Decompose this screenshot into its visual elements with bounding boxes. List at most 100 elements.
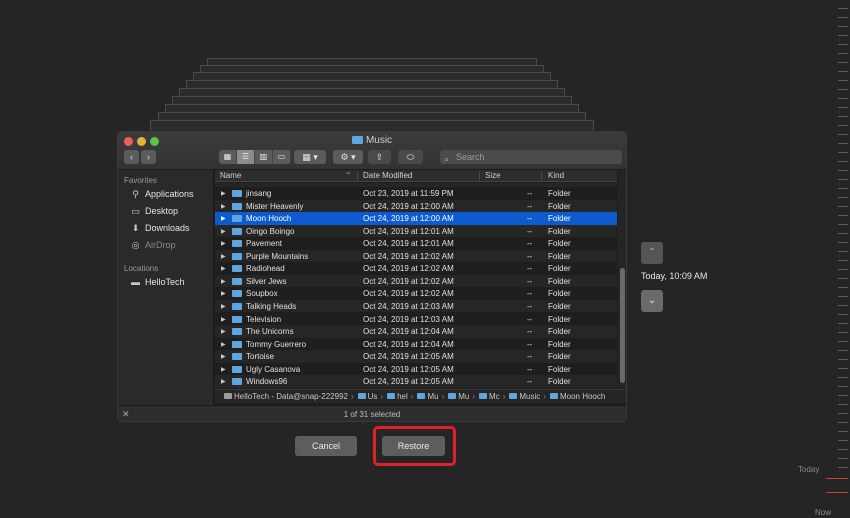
sidebar-item-airdrop[interactable]: ◎ AirDrop [130, 240, 176, 250]
disclosure-triangle-icon[interactable]: ▶ [221, 290, 226, 297]
timeline-tick[interactable] [838, 422, 848, 423]
cancel-button[interactable]: Cancel [295, 436, 357, 456]
vertical-scrollbar[interactable] [618, 170, 626, 388]
disclosure-triangle-icon[interactable]: ▶ [221, 265, 226, 272]
timeline-tick[interactable] [838, 98, 848, 99]
table-row[interactable]: ▶ Talking Heads Oct 24, 2019 at 12:03 AM --… [215, 299, 617, 313]
timeline-tick[interactable] [838, 323, 848, 324]
timeline-tick[interactable] [838, 251, 848, 252]
timeline-tick[interactable] [838, 350, 848, 351]
table-row[interactable]: ▶ The Unicorns Oct 24, 2019 at 12:04 AM -- F… [215, 325, 617, 338]
grid-view-icon[interactable]: ▦ [219, 150, 237, 164]
timeline-tick[interactable] [838, 296, 848, 297]
timeline-tick[interactable] [838, 17, 848, 18]
table-row[interactable]: ▶ Soupbox Oct 24, 2019 at 12:02 AM -- Folder [215, 287, 617, 300]
timeline-tick[interactable] [838, 134, 848, 135]
timeline-tick[interactable] [838, 260, 848, 261]
path-segment[interactable]: Mu [447, 392, 469, 401]
timeline-tick[interactable] [838, 305, 848, 306]
back-button[interactable]: ‹ [124, 150, 139, 164]
timeline-tick[interactable] [838, 62, 848, 63]
column-header-date-modified[interactable]: Date Modified [363, 171, 412, 180]
disclosure-triangle-icon[interactable]: ▶ [221, 378, 226, 385]
timeline-tick[interactable] [838, 386, 848, 387]
path-segment[interactable]: hel [386, 392, 408, 401]
timeline-tick[interactable] [838, 377, 848, 378]
table-row[interactable]: ▶ Moon Hooch Oct 24, 2019 at 12:00 AM -- Fol… [215, 212, 617, 225]
timeline-tick[interactable] [838, 467, 848, 468]
timeline-tick[interactable] [838, 161, 848, 162]
timeline-tick[interactable] [838, 143, 848, 144]
disclosure-triangle-icon[interactable]: ▶ [221, 341, 226, 348]
timeline-tick[interactable] [838, 44, 848, 45]
timeline-up-button[interactable]: ⌃ [641, 242, 663, 264]
disclosure-triangle-icon[interactable]: ▶ [221, 228, 226, 235]
timeline-tick[interactable] [838, 80, 848, 81]
disclosure-triangle-icon[interactable]: ▶ [221, 328, 226, 335]
timeline-tick[interactable] [838, 197, 848, 198]
timeline-tick[interactable] [838, 278, 848, 279]
column-header-name[interactable]: Name [220, 171, 241, 180]
disclosure-triangle-icon[interactable]: ▶ [221, 353, 226, 360]
table-row[interactable]: ▶ Tortoise Oct 24, 2019 at 12:05 AM -- Folde… [215, 350, 617, 363]
timeline-tick[interactable] [838, 359, 848, 360]
timeline-tick[interactable] [838, 125, 848, 126]
list-view-icon[interactable]: ☰ [237, 150, 255, 164]
table-row[interactable]: ▶ Mister Heavenly Oct 24, 2019 at 12:00 AM… [215, 199, 617, 213]
timeline-tick[interactable] [838, 206, 848, 207]
table-row[interactable]: ▶ Oingo Boingo Oct 24, 2019 at 12:01 AM -- F… [215, 224, 617, 238]
timeline-tick[interactable] [838, 458, 848, 459]
sidebar-item-downloads[interactable]: ⬇ Downloads [130, 223, 190, 233]
timeline-tick[interactable] [838, 107, 848, 108]
disclosure-triangle-icon[interactable]: ▶ [221, 190, 226, 197]
disclosure-triangle-icon[interactable]: ▶ [221, 203, 226, 210]
path-segment[interactable]: Us [357, 392, 377, 401]
timeline-tick[interactable] [838, 449, 848, 450]
timeline-tick[interactable] [838, 314, 848, 315]
table-row[interactable]: ▶ Radiohead Oct 24, 2019 at 12:02 AM -- Fold… [215, 262, 617, 275]
disclosure-triangle-icon[interactable]: ▶ [221, 240, 226, 247]
timeline-tick[interactable] [838, 71, 848, 72]
timeline-tick[interactable] [838, 116, 848, 117]
table-row[interactable]: ▶ jinsang Oct 23, 2019 at 11:59 PM -- Folder [215, 187, 617, 200]
timeline-tick[interactable] [838, 269, 848, 270]
disclosure-triangle-icon[interactable]: ▶ [221, 303, 226, 310]
group-by-button[interactable]: ▦ ▾ [294, 150, 326, 164]
disclosure-triangle-icon[interactable]: ▶ [221, 316, 226, 323]
tags-button[interactable]: ⬭ [398, 150, 423, 164]
table-row[interactable]: ▶ Purple Mountains Oct 24, 2019 at 12:02 A… [215, 249, 617, 263]
timeline-tick[interactable] [838, 413, 848, 414]
timeline-tick[interactable] [838, 89, 848, 90]
timeline-tick[interactable] [838, 224, 848, 225]
forward-button[interactable]: › [141, 150, 156, 164]
timeline-tick[interactable] [838, 188, 848, 189]
timeline-tick[interactable] [838, 8, 848, 9]
disclosure-triangle-icon[interactable]: ▶ [221, 215, 226, 222]
timeline-tick[interactable] [838, 152, 848, 153]
timeline-tick[interactable] [838, 53, 848, 54]
path-segment[interactable]: Moon Hooch [549, 392, 605, 401]
sidebar-item-hellotech[interactable]: ▬ HelloTech [130, 277, 185, 287]
table-row[interactable]: ▶ Pavement Oct 24, 2019 at 12:01 AM -- Folde… [215, 237, 617, 250]
gallery-view-icon[interactable]: ▭ [273, 150, 291, 164]
timeline-tick[interactable] [838, 395, 848, 396]
path-segment[interactable]: Mc [478, 392, 500, 401]
search-field[interactable]: ⌕ Search [440, 150, 622, 164]
column-header-size[interactable]: Size [485, 171, 501, 180]
timeline-tick[interactable] [838, 233, 848, 234]
timeline-tick[interactable] [838, 332, 848, 333]
table-row[interactable]: ▶ Television Oct 24, 2019 at 12:03 AM -- Fol… [215, 313, 617, 326]
sidebar-item-desktop[interactable]: ▭ Desktop [130, 206, 178, 216]
timeline-tick-marker[interactable] [826, 478, 848, 479]
timeline-tick-marker[interactable] [826, 492, 848, 493]
timeline-tick[interactable] [838, 431, 848, 432]
scrollbar-thumb[interactable] [620, 268, 625, 383]
path-segment[interactable]: Mu [416, 392, 439, 401]
table-row[interactable]: ▶ Windows96 Oct 24, 2019 at 12:05 AM -- Fold… [215, 375, 617, 388]
share-button[interactable]: ⇪ [368, 150, 391, 164]
timeline-down-button[interactable]: ⌄ [641, 290, 663, 312]
disclosure-triangle-icon[interactable]: ▶ [221, 278, 226, 285]
timeline-tick[interactable] [838, 341, 848, 342]
timeline-tick[interactable] [838, 179, 848, 180]
action-menu-button[interactable]: ⚙ ▾ [333, 150, 363, 164]
